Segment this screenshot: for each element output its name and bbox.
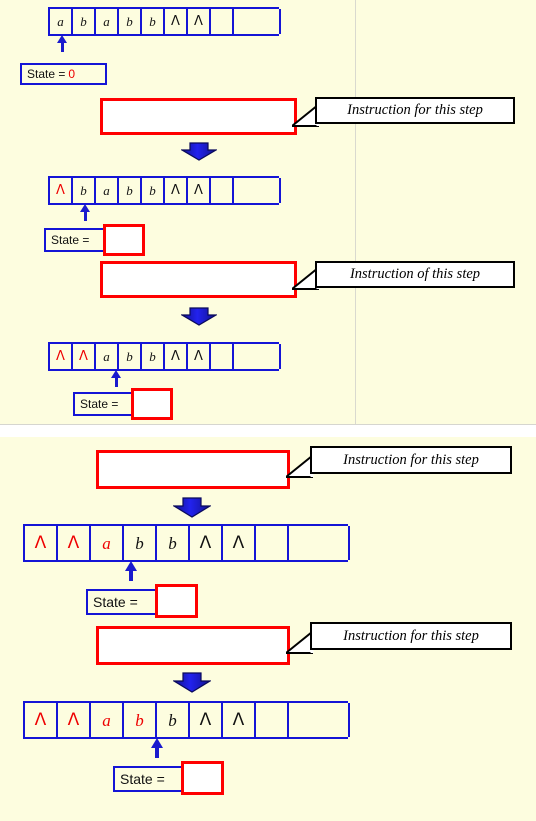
- tape-cell[interactable]: Λ: [186, 344, 211, 369]
- state-label: State =: [51, 233, 90, 247]
- tape-cell[interactable]: Λ: [221, 526, 256, 560]
- slide-2: Instruction for this step Λ Λ a b b Λ Λ: [0, 437, 536, 821]
- tape-cell[interactable]: [232, 344, 281, 369]
- tape-cell[interactable]: Λ: [48, 344, 73, 369]
- state-input-step-5[interactable]: [181, 761, 224, 795]
- tape-cell[interactable]: Λ: [221, 703, 256, 737]
- tape-cell[interactable]: b: [155, 703, 190, 737]
- tape-cell[interactable]: Λ: [23, 526, 58, 560]
- tape-cell[interactable]: Λ: [23, 703, 58, 737]
- tape-cell[interactable]: Λ: [186, 9, 211, 34]
- tape-cell[interactable]: Λ: [163, 178, 188, 203]
- tape-cell[interactable]: a: [89, 703, 124, 737]
- instruction-box-4[interactable]: [96, 626, 290, 665]
- tape-cell[interactable]: Λ: [71, 344, 96, 369]
- tape-cell[interactable]: Λ: [163, 9, 188, 34]
- tape-cell[interactable]: b: [140, 9, 165, 34]
- tape-step-5: Λ Λ a b b Λ Λ: [23, 701, 350, 739]
- tape-cell[interactable]: b: [117, 9, 142, 34]
- down-arrow-icon: [173, 497, 211, 518]
- slide-1: a b a b b Λ Λ State = 0 Instruction for …: [0, 0, 536, 424]
- state-input-step-2[interactable]: [103, 224, 145, 256]
- state-box-step-1: State = 0: [20, 63, 107, 85]
- instruction-box-1[interactable]: [100, 98, 297, 135]
- tape-step-3: Λ Λ a b b Λ Λ: [48, 342, 281, 371]
- tape-cell[interactable]: b: [117, 178, 142, 203]
- tape-cell[interactable]: b: [71, 9, 96, 34]
- down-arrow-icon: [173, 672, 211, 693]
- tape-cell[interactable]: b: [155, 526, 190, 560]
- tape-cell[interactable]: [209, 178, 234, 203]
- tape-cell[interactable]: Λ: [163, 344, 188, 369]
- tape-cell[interactable]: Λ: [48, 178, 73, 203]
- tape-cell[interactable]: b: [117, 344, 142, 369]
- state-label: State =: [120, 771, 165, 787]
- tape-cell[interactable]: Λ: [186, 178, 211, 203]
- turing-machine-steps-page: a b a b b Λ Λ State = 0 Instruction for …: [0, 0, 536, 821]
- tape-step-2: Λ b a b b Λ Λ: [48, 176, 281, 205]
- slide-separator: [0, 424, 536, 437]
- tape-cell[interactable]: a: [94, 178, 119, 203]
- tape-cell[interactable]: a: [94, 344, 119, 369]
- tape-cell[interactable]: [254, 703, 289, 737]
- tape-cell[interactable]: a: [94, 9, 119, 34]
- tape-cell[interactable]: b: [122, 703, 157, 737]
- instruction-box-3[interactable]: [96, 450, 290, 489]
- tape-cell[interactable]: Λ: [56, 526, 91, 560]
- instruction-box-2[interactable]: [100, 261, 297, 298]
- tape-cell[interactable]: a: [89, 526, 124, 560]
- callout-3: Instruction for this step: [310, 446, 512, 474]
- tape-step-4: Λ Λ a b b Λ Λ: [23, 524, 350, 562]
- tape-step-1: a b a b b Λ Λ: [48, 7, 281, 36]
- slide-1-guide-line: [355, 0, 356, 424]
- tape-cell[interactable]: [287, 526, 350, 560]
- tape-cell[interactable]: [254, 526, 289, 560]
- state-label: State =: [80, 397, 119, 411]
- callout-4: Instruction for this step: [310, 622, 512, 650]
- tape-cell[interactable]: Λ: [188, 703, 223, 737]
- tape-cell[interactable]: a: [48, 9, 73, 34]
- callout-1: Instruction for this step: [315, 97, 515, 124]
- callout-2: Instruction of this step: [315, 261, 515, 288]
- tape-cell[interactable]: b: [140, 178, 165, 203]
- state-input-step-4[interactable]: [155, 584, 198, 618]
- tape-cell[interactable]: b: [122, 526, 157, 560]
- tape-cell[interactable]: [232, 9, 281, 34]
- tape-cell[interactable]: [232, 178, 281, 203]
- tape-cell[interactable]: [209, 344, 234, 369]
- tape-cell[interactable]: Λ: [188, 526, 223, 560]
- state-input-step-3[interactable]: [131, 388, 173, 420]
- tape-cell[interactable]: [209, 9, 234, 34]
- state-value: 0: [68, 67, 76, 81]
- tape-cell[interactable]: b: [140, 344, 165, 369]
- state-label: State =: [93, 594, 138, 610]
- slide-separator-line: [0, 424, 536, 425]
- tape-cell[interactable]: Λ: [56, 703, 91, 737]
- state-label: State =: [27, 67, 66, 81]
- tape-cell[interactable]: [287, 703, 350, 737]
- down-arrow-icon: [181, 142, 217, 161]
- tape-cell[interactable]: b: [71, 178, 96, 203]
- down-arrow-icon: [181, 307, 217, 326]
